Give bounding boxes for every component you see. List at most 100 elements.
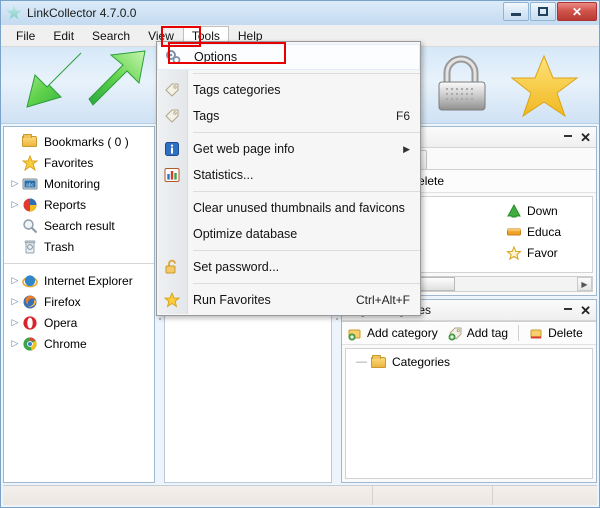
menu-item-statistics[interactable]: Statistics...	[157, 162, 420, 188]
delete-category-button[interactable]: Delete	[529, 326, 583, 341]
sidebar-item-trash[interactable]: Trash	[4, 236, 154, 257]
tag-label: Favor	[527, 245, 558, 260]
menu-item-clear-unused-thumbnails[interactable]: Clear unused thumbnails and favicons	[157, 195, 420, 221]
chevron-right-icon[interactable]: ▷	[8, 199, 22, 210]
folder-icon	[371, 355, 387, 369]
chevron-right-icon[interactable]: ▷	[8, 296, 22, 307]
star-outline-icon	[506, 245, 522, 261]
tag-row[interactable]: Favor	[502, 242, 588, 263]
magnifier-icon	[22, 218, 38, 234]
info-icon	[164, 141, 180, 157]
menu-file[interactable]: File	[7, 26, 44, 46]
ie-icon	[22, 273, 38, 289]
bar-chart-icon	[164, 167, 180, 183]
maximize-button[interactable]	[530, 2, 556, 21]
tags-panel-close-button[interactable]: ✕	[580, 131, 591, 144]
menu-item-optimize-database[interactable]: Optimize database	[157, 221, 420, 247]
yellow-star-icon	[163, 291, 181, 308]
menu-item-tags[interactable]: Tags F6	[157, 103, 420, 129]
sidebar-label-opera: Opera	[44, 315, 78, 330]
sidebar-label-monitoring: Monitoring	[44, 176, 101, 191]
submenu-arrow-icon: ▶	[403, 143, 410, 154]
tag-row[interactable]: Educa	[502, 221, 588, 242]
tags-categories-close-button[interactable]: ✕	[580, 304, 591, 317]
menu-item-run-favorites[interactable]: Run Favorites Ctrl+Alt+F	[157, 287, 420, 313]
delete-category-label: Delete	[548, 326, 583, 340]
menu-item-options[interactable]: Options	[157, 44, 420, 70]
delete-folder-icon	[529, 326, 544, 341]
minimize-button[interactable]	[503, 2, 529, 21]
green-arrow-down-left-icon[interactable]	[9, 49, 87, 119]
tools-dropdown-menu[interactable]: Options Tags categories Tags F6 Get web …	[156, 41, 421, 316]
tag-row[interactable]: Down	[502, 200, 588, 221]
tags-panel-minimize-button[interactable]	[564, 135, 573, 139]
window-title: LinkCollector 4.7.0.0	[27, 6, 137, 20]
sidebar-item-firefox[interactable]: ▷ Firefox	[4, 291, 154, 312]
chevron-right-icon[interactable]: ▷	[8, 338, 22, 349]
sidebar-item-reports[interactable]: ▷ Reports	[4, 194, 154, 215]
menu-item-run-favorites-label: Run Favorites	[193, 293, 271, 307]
folder-icon	[22, 133, 38, 150]
status-bar	[3, 485, 597, 505]
sidebar-label-trash: Trash	[44, 239, 75, 254]
sidebar-item-chrome[interactable]: ▷ Chrome	[4, 333, 154, 354]
scroll-right-arrow-icon[interactable]: ▶	[577, 277, 592, 291]
menu-item-clear-unused-thumbnails-label: Clear unused thumbnails and favicons	[193, 201, 405, 215]
menu-separator	[193, 250, 420, 251]
tags-categories-panel: Tags categories ✕	[341, 299, 597, 483]
menu-item-tags-label: Tags	[193, 109, 220, 123]
status-cell-1	[3, 486, 373, 505]
yellow-star-icon[interactable]	[509, 53, 579, 119]
menu-search[interactable]: Search	[83, 26, 139, 46]
tags-categories-minimize-button[interactable]	[564, 308, 573, 312]
padlock-icon[interactable]	[433, 55, 493, 117]
sidebar-item-bookmarks[interactable]: Bookmarks ( 0 )	[4, 131, 154, 152]
menu-item-set-password[interactable]: Set password...	[157, 254, 420, 280]
category-tree-row[interactable]: — Categories	[356, 355, 592, 369]
add-tag-icon	[448, 326, 463, 341]
tag-icon	[164, 82, 180, 98]
tag-label: Down	[527, 203, 558, 218]
pie-chart-icon	[22, 197, 38, 213]
category-label: Categories	[392, 355, 451, 369]
sidebar-item-favorites[interactable]: Favorites	[4, 152, 154, 173]
menu-edit[interactable]: Edit	[44, 26, 83, 46]
green-arrow-up-right-icon[interactable]	[79, 49, 157, 119]
padlock-open-icon	[164, 259, 180, 275]
add-tag-button[interactable]: Add tag	[448, 326, 508, 341]
menu-separator	[193, 283, 420, 284]
opera-icon	[22, 315, 38, 331]
menu-item-optimize-database-label: Optimize database	[193, 227, 298, 241]
add-category-button[interactable]: Add category	[348, 326, 438, 341]
close-button[interactable]: ✕	[557, 2, 597, 21]
orange-book-icon	[506, 224, 522, 240]
menu-separator	[193, 191, 420, 192]
sidebar-label-firefox: Firefox	[44, 294, 81, 309]
navigation-tree[interactable]: Bookmarks ( 0 ) Favorites ▷ abc Monitori…	[3, 126, 155, 483]
add-category-label: Add category	[367, 326, 438, 340]
sidebar-item-opera[interactable]: ▷ Opera	[4, 312, 154, 333]
chevron-right-icon[interactable]: ▷	[8, 275, 22, 286]
sidebar-item-internet-explorer[interactable]: ▷ Internet Explorer	[4, 270, 154, 291]
monitor-icon: abc	[22, 176, 38, 192]
gears-icon	[165, 49, 181, 65]
menu-item-get-web-page-info[interactable]: Get web page info ▶	[157, 136, 420, 162]
sidebar-item-search-result[interactable]: Search result	[4, 215, 154, 236]
toolbar-separator	[518, 325, 520, 341]
menu-item-tags-categories-label: Tags categories	[193, 83, 281, 97]
menu-item-set-password-label: Set password...	[193, 260, 280, 274]
firefox-icon	[22, 294, 38, 310]
categories-tree[interactable]: — Categories	[345, 348, 593, 479]
menu-item-get-web-page-info-label: Get web page info	[193, 142, 295, 156]
status-cell-2	[373, 486, 493, 505]
sidebar-item-monitoring[interactable]: ▷ abc Monitoring	[4, 173, 154, 194]
chevron-right-icon[interactable]: ▷	[8, 317, 22, 328]
green-arrow-icon	[506, 203, 522, 219]
add-folder-icon	[348, 326, 363, 341]
svg-text:abc: abc	[26, 182, 35, 188]
menu-item-tags-categories[interactable]: Tags categories	[157, 77, 420, 103]
tags-categories-toolbar: Add category Add tag Delete	[342, 321, 596, 345]
menu-item-options-label: Options	[194, 50, 238, 64]
chevron-right-icon[interactable]: ▷	[8, 178, 22, 189]
add-tag-label: Add tag	[466, 326, 509, 340]
